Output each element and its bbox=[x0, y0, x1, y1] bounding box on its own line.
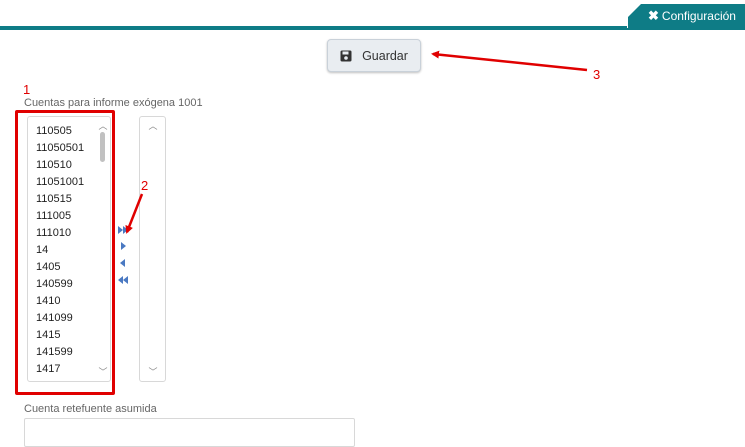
annotation-box-1 bbox=[15, 110, 115, 395]
scroll-down-icon[interactable]: ﹀ bbox=[148, 367, 158, 377]
annotation-number-2: 2 bbox=[141, 178, 149, 193]
move-right-button[interactable] bbox=[121, 237, 135, 250]
move-all-right-icon bbox=[123, 226, 128, 234]
move-left-button[interactable] bbox=[120, 254, 134, 267]
selected-scrollbar[interactable]: ︿ ﹀ bbox=[148, 119, 158, 379]
annotation-arrow-3 bbox=[431, 50, 588, 72]
floppy-disk-icon bbox=[340, 50, 352, 61]
configuration-label: Configuración bbox=[661, 9, 736, 23]
move-all-right-button[interactable] bbox=[118, 221, 132, 234]
move-all-left-button[interactable] bbox=[118, 271, 132, 284]
save-button[interactable]: Guardar bbox=[327, 39, 421, 72]
annotation-number-1: 1 bbox=[23, 82, 31, 97]
retefuente-input[interactable] bbox=[24, 418, 355, 447]
annotation-number-3: 3 bbox=[593, 67, 601, 82]
move-right-icon bbox=[121, 242, 126, 250]
move-left-icon bbox=[120, 259, 125, 267]
accounts-field-label: Cuentas para informe exógena 1001 bbox=[24, 97, 203, 109]
save-label: Guardar bbox=[362, 48, 408, 63]
tab-corner bbox=[627, 4, 641, 18]
tools-icon: ✖ bbox=[648, 8, 659, 23]
selected-accounts-list[interactable]: ︿ ﹀ bbox=[139, 116, 166, 382]
move-all-left-icon bbox=[123, 276, 128, 284]
scroll-up-icon[interactable]: ︿ bbox=[148, 121, 158, 131]
retefuente-field-label: Cuenta retefuente asumida bbox=[24, 403, 157, 415]
configuration-tab[interactable]: ✖ Configuración bbox=[627, 4, 745, 28]
